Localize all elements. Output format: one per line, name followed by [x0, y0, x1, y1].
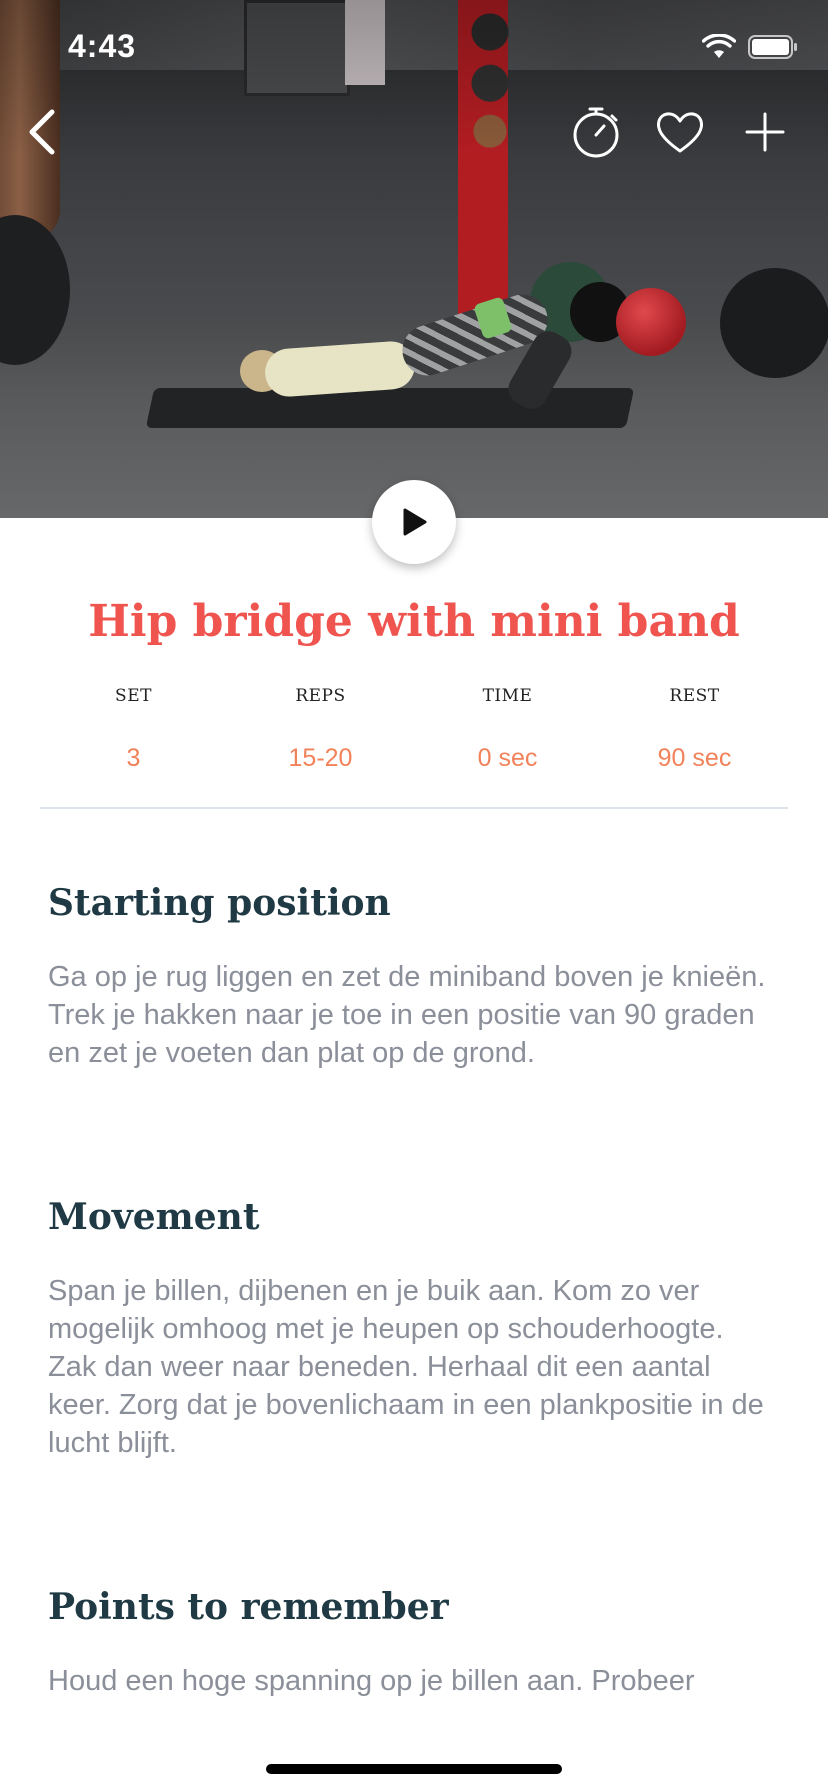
stat-time: TIME 0 sec	[414, 686, 601, 773]
exercise-video-thumbnail[interactable]	[0, 0, 828, 518]
home-indicator[interactable]	[266, 1764, 562, 1774]
section-movement: Movement Span je billen, dijbenen en je …	[48, 1196, 778, 1462]
stat-label: REST	[669, 686, 720, 706]
section-text: Houd een hoge spanning op je billen aan.…	[48, 1665, 695, 1697]
stat-label: SET	[115, 686, 152, 706]
stat-value: 3	[126, 744, 141, 772]
favorite-button[interactable]	[652, 104, 708, 160]
section-text: Span je billen, dijbenen en je buik aan.…	[48, 1275, 764, 1459]
section-points-to-remember: Points to remember Houd een hoge spannin…	[48, 1586, 778, 1748]
section-heading: Starting position	[48, 882, 391, 924]
stat-label: TIME	[482, 686, 533, 706]
plus-icon	[745, 112, 785, 152]
battery-icon	[748, 35, 798, 64]
status-icons	[701, 33, 798, 65]
status-time: 4:43	[68, 28, 137, 64]
section-heading: Movement	[48, 1196, 260, 1238]
stat-value: 90 sec	[657, 744, 732, 772]
wifi-icon	[701, 33, 737, 65]
top-shade	[0, 0, 828, 518]
play-icon	[403, 508, 427, 536]
chevron-left-icon	[29, 109, 55, 155]
exercise-title: Hip bridge with mini band	[88, 596, 740, 647]
play-button[interactable]	[372, 480, 456, 564]
stopwatch-icon	[573, 107, 619, 158]
section-text: Ga op je rug liggen en zet de miniband b…	[48, 961, 766, 1069]
stats-divider	[40, 807, 788, 809]
stat-label: REPS	[295, 686, 346, 706]
heart-icon	[657, 112, 703, 153]
stat-set: SET 3	[40, 686, 227, 773]
stat-value: 15-20	[288, 744, 353, 772]
exercise-stats: SET 3 REPS 15-20 TIME 0 sec REST 90 sec	[40, 686, 788, 773]
stat-value: 0 sec	[477, 744, 538, 772]
add-button[interactable]	[737, 104, 793, 160]
section-starting-position: Starting position Ga op je rug liggen en…	[48, 882, 778, 1072]
section-heading: Points to remember	[48, 1586, 449, 1628]
stat-reps: REPS 15-20	[227, 686, 414, 773]
timer-button[interactable]	[568, 104, 624, 160]
stat-rest: REST 90 sec	[601, 686, 788, 773]
back-button[interactable]	[20, 106, 66, 158]
